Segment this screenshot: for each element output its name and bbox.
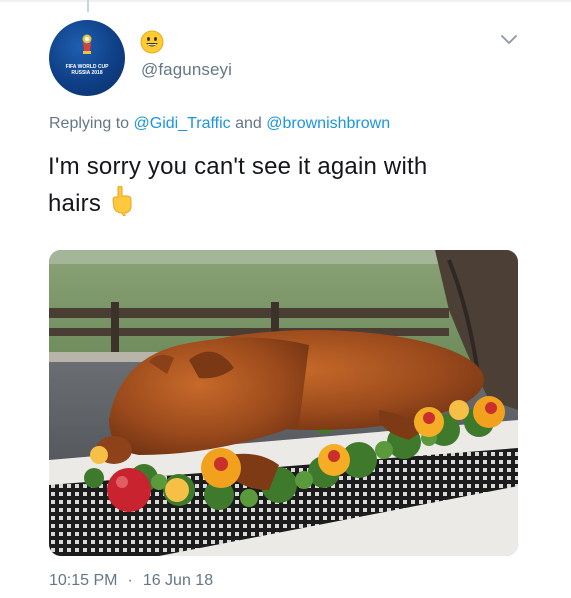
tweet-time: 10:15 PM <box>49 572 118 589</box>
reply-prefix: Replying to <box>49 115 134 132</box>
tweet-date: 16 Jun 18 <box>142 572 214 589</box>
mention-brownishbrown[interactable]: @brownishbrown <box>266 115 390 132</box>
tweet-text: I'm sorry you can't see it again with ha… <box>48 148 528 222</box>
tweet-photo[interactable] <box>49 250 518 556</box>
divider <box>0 0 571 2</box>
reply-context: Replying to @Gidi_Traffic and @brownishb… <box>49 115 390 133</box>
tweet-card[interactable]: FIFA WORLD CUP RUSSIA 2018 @fagunseyi Re… <box>0 0 571 598</box>
mention-gidi-traffic[interactable]: @Gidi_Traffic <box>134 115 231 132</box>
photo-roast-pig-icon <box>49 250 518 556</box>
avatar-caption-line2: RUSSIA 2018 <box>71 70 103 76</box>
tweet-timestamp[interactable]: 10:15 PM · 16 Jun 18 <box>49 572 213 590</box>
avatar-caption: FIFA WORLD CUP RUSSIA 2018 <box>49 64 125 76</box>
reply-connector: and <box>230 115 267 132</box>
username[interactable]: @fagunseyi <box>141 60 232 80</box>
chevron-down-icon[interactable] <box>500 33 518 45</box>
backhand-index-pointing-down-icon <box>112 185 132 216</box>
avatar[interactable]: FIFA WORLD CUP RUSSIA 2018 <box>49 20 125 96</box>
tweet-text-line2: hairs <box>48 185 528 222</box>
tweet-text-word: hairs <box>48 190 102 217</box>
timestamp-separator: · <box>127 572 133 589</box>
thread-connector-line <box>87 0 89 12</box>
grinning-face-emoji <box>140 30 164 54</box>
tweet-text-line1: I'm sorry you can't see it again with <box>48 153 428 180</box>
world-cup-logo-icon <box>82 34 92 54</box>
